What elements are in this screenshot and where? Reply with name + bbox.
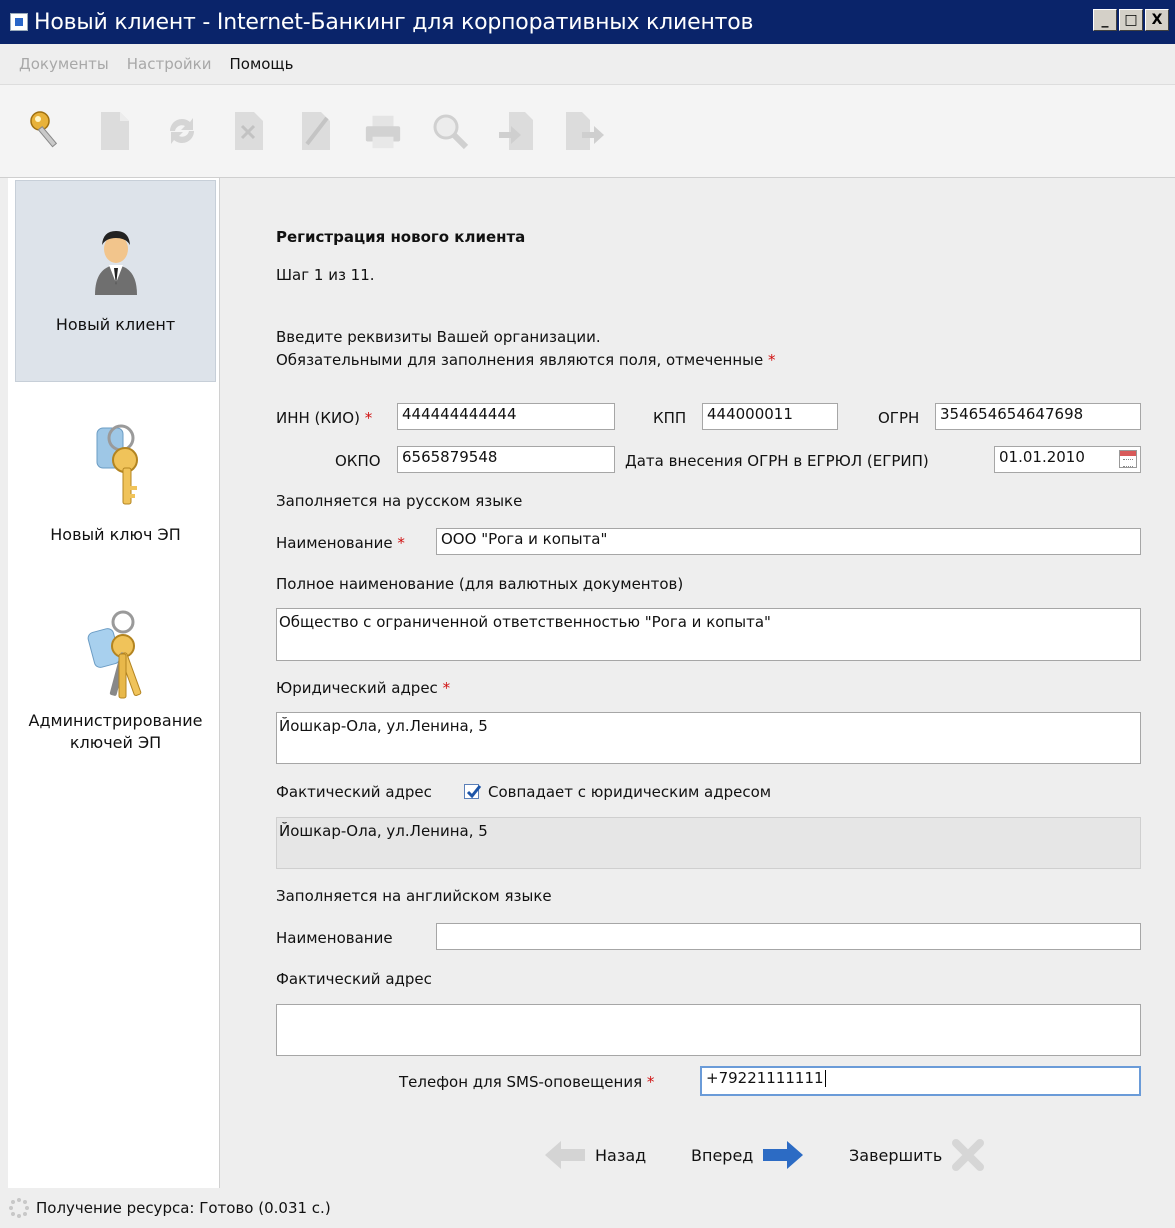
minimize-button[interactable]: _	[1093, 9, 1117, 31]
search-icon	[430, 109, 470, 153]
next-button[interactable]: Вперед	[691, 1139, 805, 1171]
required-mark: *	[646, 1073, 655, 1091]
legal-address-label-text: Юридический адрес	[276, 679, 438, 697]
actual-address-readonly: Йошкар-Ола, ул.Ленина, 5	[276, 817, 1141, 869]
actual-address-label: Фактический адрес	[276, 783, 432, 801]
sidebar-item-label: Новый ключ ЭП	[50, 525, 181, 544]
finish-button-label: Завершить	[849, 1145, 943, 1165]
en-address-textarea[interactable]	[276, 1004, 1141, 1056]
toolbar	[0, 84, 1175, 178]
new-document-icon	[95, 109, 135, 153]
ogrn-date-value: 01.01.2010	[999, 448, 1085, 466]
sidebar-item-label-line2: ключей ЭП	[69, 733, 162, 752]
en-address-label: Фактический адрес	[276, 970, 432, 988]
sms-phone-input[interactable]: +79221111111	[700, 1066, 1141, 1096]
key-icon	[15, 408, 216, 508]
name-input[interactable]: ООО "Рога и копыта"	[436, 528, 1141, 555]
ogrn-input[interactable]: 354654654647698	[935, 403, 1141, 430]
spinner-icon	[9, 1198, 29, 1218]
full-name-textarea[interactable]: Общество с ограниченной ответственностью…	[276, 608, 1141, 661]
sidebar-item-label-line1: Администрирование	[28, 711, 203, 730]
arrow-left-icon	[545, 1141, 585, 1169]
en-name-input[interactable]	[436, 923, 1141, 950]
close-x-icon	[952, 1139, 985, 1171]
sms-phone-label-text: Телефон для SMS-оповещения	[399, 1073, 643, 1091]
text-caret	[824, 1070, 826, 1087]
ogrn-date-label: Дата внесения ОГРН в ЕГРЮЛ (ЕГРИП)	[625, 452, 929, 470]
sidebar-item-key-admin[interactable]: Администрирование ключей ЭП	[15, 606, 216, 766]
intro-text-2: Обязательными для заполнения являются по…	[276, 351, 776, 369]
keys-bunch-icon	[15, 606, 216, 702]
sms-phone-label: Телефон для SMS-оповещения *	[399, 1073, 654, 1091]
same-address-checkbox[interactable]	[464, 784, 482, 799]
legal-address-label: Юридический адрес *	[276, 679, 450, 697]
inn-input[interactable]: 444444444444	[397, 403, 615, 430]
menu-settings[interactable]: Настройки	[127, 55, 212, 73]
legal-address-textarea[interactable]: Йошкар-Ола, ул.Ленина, 5	[276, 712, 1141, 764]
kpp-input[interactable]: 444000011	[702, 403, 838, 430]
inn-label-text: ИНН (КИО)	[276, 409, 360, 427]
status-text: Получение ресурса: Готово (0.031 с.)	[36, 1199, 331, 1217]
required-mark: *	[364, 409, 373, 427]
window-title: Новый клиент - Internet-Банкинг для корп…	[34, 9, 754, 35]
export-icon	[564, 109, 604, 153]
inn-label: ИНН (КИО) *	[276, 409, 372, 427]
delete-document-icon	[229, 109, 269, 153]
intro-text-2-content: Обязательными для заполнения являются по…	[276, 351, 764, 369]
back-button[interactable]: Назад	[543, 1139, 646, 1171]
status-bar: Получение ресурса: Готово (0.031 с.)	[0, 1188, 1175, 1228]
en-section-label: Заполняется на английском языке	[276, 887, 552, 905]
en-name-label: Наименование	[276, 929, 393, 947]
sidebar-item-new-client[interactable]: Новый клиент	[15, 180, 216, 382]
back-button-label: Назад	[595, 1145, 647, 1165]
import-icon	[497, 109, 537, 153]
sms-phone-value: +79221111111	[706, 1069, 824, 1087]
user-icon	[16, 221, 215, 296]
ogrn-date-input[interactable]: 01.01.2010	[994, 446, 1141, 473]
sidebar: Новый клиент Новый ключ ЭП Администриров…	[8, 178, 220, 1188]
step-indicator: Шаг 1 из 11.	[276, 266, 375, 284]
finish-button[interactable]: Завершить	[849, 1139, 986, 1171]
okpo-label: ОКПО	[335, 452, 381, 470]
calendar-icon[interactable]	[1119, 450, 1137, 468]
refresh-icon	[162, 109, 202, 153]
sidebar-item-label: Новый клиент	[55, 315, 176, 334]
name-label: Наименование *	[276, 534, 405, 552]
print-icon	[363, 109, 403, 153]
edit-document-icon	[296, 109, 336, 153]
required-mark: *	[442, 679, 451, 697]
okpo-input[interactable]: 6565879548	[397, 446, 615, 473]
key-icon[interactable]	[28, 109, 68, 153]
app-icon	[10, 13, 28, 31]
window-title-bar: Новый клиент - Internet-Банкинг для корп…	[0, 0, 1175, 44]
main-form: Регистрация нового клиента Шаг 1 из 11. …	[221, 178, 1175, 1188]
required-mark: *	[768, 351, 776, 369]
kpp-label: КПП	[653, 409, 687, 427]
menu-bar: Документы Настройки Помощь	[0, 44, 1175, 84]
sidebar-item-new-key[interactable]: Новый ключ ЭП	[15, 408, 216, 558]
maximize-button[interactable]: □	[1119, 9, 1143, 31]
arrow-right-icon	[763, 1141, 804, 1169]
name-label-text: Наименование	[276, 534, 393, 552]
form-heading: Регистрация нового клиента	[276, 228, 526, 246]
ogrn-label: ОГРН	[878, 409, 920, 427]
checkmark-icon	[466, 785, 482, 799]
close-button[interactable]: X	[1145, 9, 1169, 31]
required-mark: *	[397, 534, 405, 552]
ru-section-label: Заполняется на русском языке	[276, 492, 523, 510]
next-button-label: Вперед	[691, 1145, 754, 1165]
window-controls: _ □ X	[1093, 9, 1169, 31]
intro-text-1: Введите реквизиты Вашей организации.	[276, 328, 601, 346]
menu-documents[interactable]: Документы	[19, 55, 109, 73]
full-name-label: Полное наименование (для валютных докуме…	[276, 575, 684, 593]
same-address-label[interactable]: Совпадает с юридическим адресом	[488, 783, 771, 801]
menu-help[interactable]: Помощь	[229, 55, 293, 73]
